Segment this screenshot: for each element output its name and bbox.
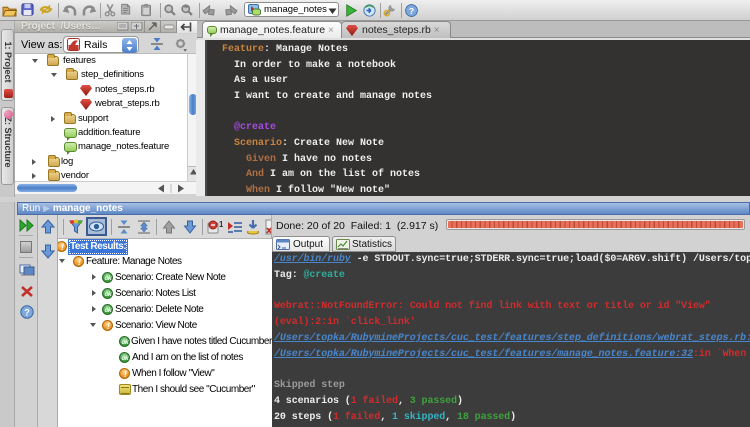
svg-text:1: 1 — [219, 220, 223, 229]
svg-text:?: ? — [24, 308, 30, 318]
svg-text:?: ? — [409, 6, 414, 16]
